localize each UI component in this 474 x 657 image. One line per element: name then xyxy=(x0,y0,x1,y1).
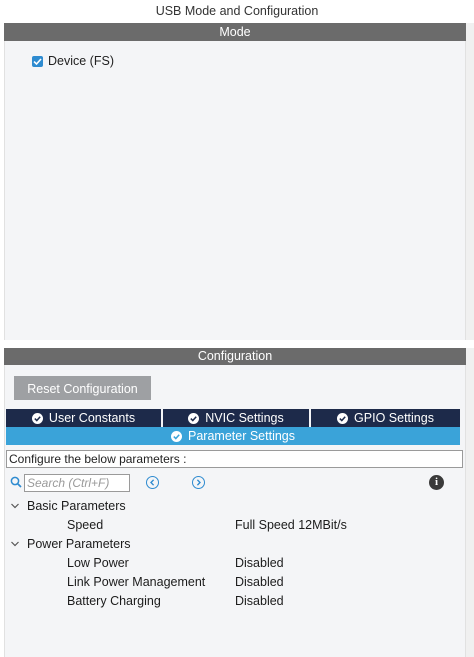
reset-configuration-button[interactable]: Reset Configuration xyxy=(14,376,151,400)
mode-scrollbar[interactable] xyxy=(466,23,474,340)
configuration-header: Configuration xyxy=(4,348,466,365)
chevron-down-icon[interactable] xyxy=(10,501,20,511)
tab-parameter-settings[interactable]: Parameter Settings xyxy=(6,427,460,445)
check-circle-icon xyxy=(188,412,200,424)
param-speed-value[interactable]: Full Speed 12MBit/s xyxy=(235,517,347,533)
chevron-down-icon[interactable] xyxy=(10,539,20,549)
mode-panel xyxy=(4,41,466,340)
tab-label: GPIO Settings xyxy=(354,411,434,425)
param-low-power-name[interactable]: Low Power xyxy=(67,555,129,571)
check-circle-icon xyxy=(31,412,43,424)
tab-label: NVIC Settings xyxy=(205,411,284,425)
panel-separator xyxy=(0,340,474,348)
window-title: USB Mode and Configuration xyxy=(0,0,474,22)
search-icon xyxy=(10,476,22,488)
search-previous-button[interactable] xyxy=(146,476,159,489)
check-circle-icon xyxy=(171,430,182,442)
check-circle-icon xyxy=(337,412,349,424)
search-next-button[interactable] xyxy=(192,476,205,489)
chevron-right-icon xyxy=(196,479,201,486)
param-low-power-value[interactable]: Disabled xyxy=(235,555,284,571)
info-icon[interactable]: i xyxy=(429,475,444,490)
tab-label: User Constants xyxy=(48,411,136,425)
checkmark-icon xyxy=(33,58,42,66)
tab-gpio-settings[interactable]: GPIO Settings xyxy=(311,409,460,427)
group-basic-parameters[interactable]: Basic Parameters xyxy=(27,498,126,514)
device-fs-label[interactable]: Device (FS) xyxy=(48,53,114,69)
configuration-scrollbar[interactable] xyxy=(466,348,474,657)
param-speed-name[interactable]: Speed xyxy=(67,517,103,533)
mode-header: Mode xyxy=(4,23,466,41)
configure-hint: Configure the below parameters : xyxy=(6,450,463,468)
device-fs-checkbox[interactable] xyxy=(32,56,43,67)
param-link-power-management-value[interactable]: Disabled xyxy=(235,574,284,590)
param-battery-charging-value[interactable]: Disabled xyxy=(235,593,284,609)
group-power-parameters[interactable]: Power Parameters xyxy=(27,536,131,552)
param-link-power-management-name[interactable]: Link Power Management xyxy=(67,574,205,590)
param-battery-charging-name[interactable]: Battery Charging xyxy=(67,593,161,609)
tab-user-constants[interactable]: User Constants xyxy=(6,409,161,427)
tab-label: Parameter Settings xyxy=(188,429,295,443)
search-input[interactable] xyxy=(24,474,130,492)
chevron-left-icon xyxy=(150,479,155,486)
tab-nvic-settings[interactable]: NVIC Settings xyxy=(163,409,309,427)
